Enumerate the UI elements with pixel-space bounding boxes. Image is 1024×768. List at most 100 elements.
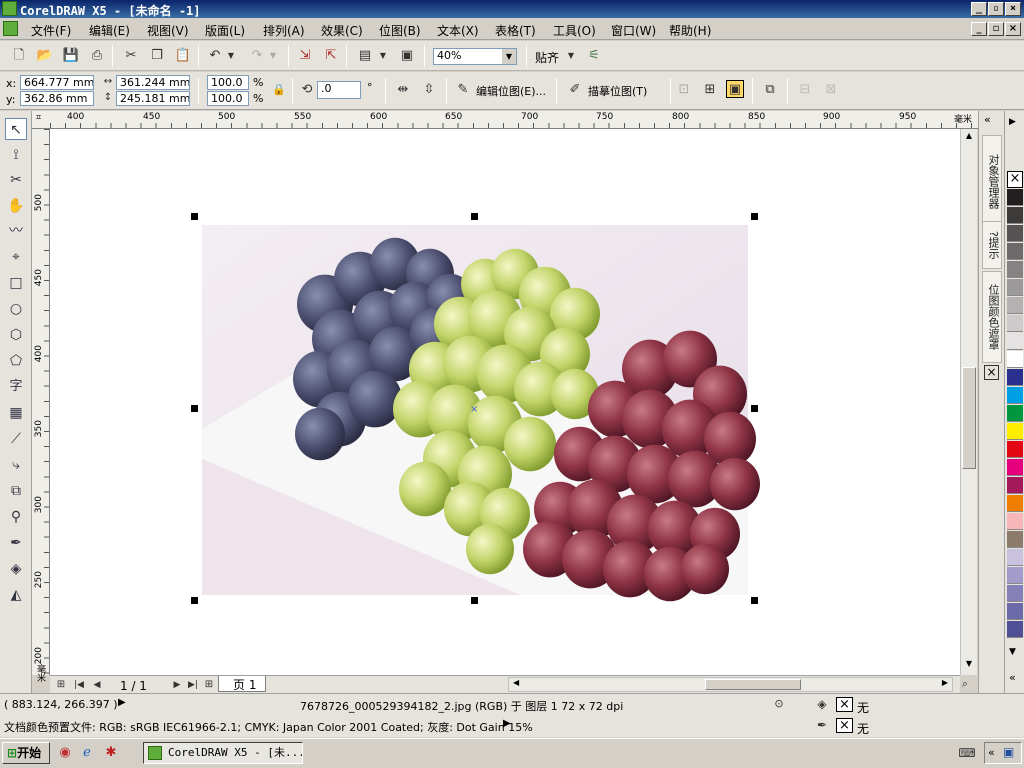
tab-object-manager[interactable]: 对象管理器 bbox=[982, 135, 1002, 227]
polygon-tool-icon[interactable]: ⬡ bbox=[5, 324, 27, 346]
export-icon[interactable]: ⇱ bbox=[322, 47, 340, 65]
crop-bitmap-icon[interactable]: ⊡ bbox=[675, 81, 693, 99]
color-swatch[interactable] bbox=[1007, 513, 1023, 530]
interactive-fill-icon[interactable]: ◭ bbox=[5, 584, 27, 606]
pick-tool-icon[interactable]: ↖ bbox=[5, 118, 27, 140]
color-swatch[interactable] bbox=[1007, 531, 1023, 548]
page-tab[interactable]: 页 1 bbox=[218, 676, 266, 692]
color-swatch[interactable] bbox=[1007, 261, 1023, 278]
color-swatch[interactable] bbox=[1007, 207, 1023, 224]
document-icon[interactable] bbox=[3, 21, 18, 36]
smart-fill-icon[interactable]: ⌖ bbox=[5, 246, 27, 268]
width-field[interactable]: 361.244 mm bbox=[116, 75, 190, 90]
crop-tool-icon[interactable]: ✂ bbox=[5, 169, 27, 191]
outline-none-swatch-icon[interactable]: × bbox=[836, 718, 853, 733]
edit-bitmap-button[interactable]: 编辑位图(E)... bbox=[476, 83, 546, 99]
zoom-navigator-icon[interactable]: ⌕ bbox=[956, 675, 974, 693]
redo-dropdown-icon[interactable]: ▼ bbox=[268, 47, 278, 65]
outline-tool-icon[interactable]: ✒ bbox=[5, 532, 27, 554]
new-icon[interactable]: 🗋 bbox=[10, 47, 28, 65]
ie-icon[interactable]: ℯ bbox=[78, 744, 96, 762]
menu-tools[interactable]: 工具(O) bbox=[553, 22, 596, 39]
rotation-angle-field[interactable]: .0 bbox=[317, 81, 361, 99]
palette-expand-icon[interactable]: « bbox=[1009, 671, 1016, 684]
horizontal-scroll-thumb[interactable] bbox=[705, 679, 801, 690]
menu-file[interactable]: 文件(F) bbox=[31, 22, 71, 39]
menu-table[interactable]: 表格(T) bbox=[495, 22, 536, 39]
edit-bitmap-icon[interactable]: ✎ bbox=[454, 81, 472, 99]
selection-handle-tl[interactable] bbox=[191, 213, 198, 220]
menu-view[interactable]: 视图(V) bbox=[147, 22, 189, 39]
view-mode-icon[interactable]: ⊙ bbox=[770, 695, 788, 713]
scroll-left-icon[interactable]: ◀ bbox=[513, 678, 519, 687]
color-swatch[interactable] bbox=[1007, 441, 1023, 458]
scroll-down-icon[interactable]: ▼ bbox=[963, 659, 975, 671]
color-swatch[interactable] bbox=[1007, 297, 1023, 314]
selection-handle-br[interactable] bbox=[751, 597, 758, 604]
zoom-level-select[interactable]: 40% ▼ bbox=[433, 48, 517, 65]
color-swatch[interactable] bbox=[1007, 243, 1023, 260]
selection-handle-mr[interactable] bbox=[751, 405, 758, 412]
mirror-vertical-icon[interactable]: ⇳ bbox=[420, 81, 438, 99]
add-page-before-icon[interactable]: ⊞ bbox=[52, 676, 70, 694]
color-swatch[interactable] bbox=[1007, 405, 1023, 422]
color-swatch[interactable] bbox=[1007, 333, 1023, 350]
menu-layout[interactable]: 版面(L) bbox=[205, 22, 245, 39]
menu-bitmaps[interactable]: 位图(B) bbox=[379, 22, 421, 39]
keyboard-icon[interactable]: ⌨ bbox=[958, 744, 976, 762]
color-swatch[interactable] bbox=[1007, 279, 1023, 296]
eyedropper-tool-icon[interactable]: ⚲ bbox=[5, 506, 27, 528]
docker-close-icon[interactable]: × bbox=[984, 365, 999, 380]
palette-scroll-up-icon[interactable]: ▶ bbox=[1009, 117, 1016, 127]
tab-hints[interactable]: ?提示 bbox=[982, 221, 1002, 269]
chrome-icon[interactable]: ◉ bbox=[56, 744, 74, 762]
shape-tool-icon[interactable]: ⟟ bbox=[5, 144, 27, 166]
table-tool-icon[interactable]: ▦ bbox=[5, 402, 27, 424]
launcher-dropdown-icon[interactable]: ▼ bbox=[378, 47, 388, 65]
print-icon[interactable]: ⎙ bbox=[88, 47, 106, 65]
y-position-field[interactable]: 362.86 mm bbox=[20, 91, 94, 106]
scroll-up-icon[interactable]: ▲ bbox=[963, 131, 975, 143]
status-arrow-icon[interactable]: ▶ bbox=[118, 697, 126, 708]
x-position-field[interactable]: 664.777 mm bbox=[20, 75, 94, 90]
copy-icon[interactable]: ❐ bbox=[148, 47, 166, 65]
color-swatch[interactable] bbox=[1007, 459, 1023, 476]
color-profile-info[interactable]: 文档颜色预置文件: RGB: sRGB IEC61966-2.1; CMYK: … bbox=[4, 719, 533, 735]
selection-handle-bl[interactable] bbox=[191, 597, 198, 604]
prev-page-icon[interactable]: ◀ bbox=[88, 676, 106, 694]
height-field[interactable]: 245.181 mm bbox=[116, 91, 190, 106]
fill-none-swatch-icon[interactable]: × bbox=[836, 697, 853, 712]
application-launcher-icon[interactable]: ▤ bbox=[356, 47, 374, 65]
selection-handle-bc[interactable] bbox=[471, 597, 478, 604]
color-swatch[interactable] bbox=[1007, 603, 1023, 620]
lock-ratio-icon[interactable]: 🔒 bbox=[270, 81, 288, 99]
doc-close-button[interactable]: × bbox=[1005, 22, 1021, 36]
pan-tool-icon[interactable]: ✋ bbox=[5, 195, 27, 217]
bitmap-color-mask-icon[interactable]: ▣ bbox=[726, 80, 744, 98]
vertical-scrollbar[interactable]: ▲ ▼ bbox=[960, 129, 977, 675]
connector-tool-icon[interactable]: ⤷ bbox=[5, 454, 27, 476]
import-icon[interactable]: ⇲ bbox=[296, 47, 314, 65]
horizontal-ruler[interactable]: ⌗ 400 450 500 550 600 650 700 750 800 85… bbox=[32, 111, 978, 129]
redo-icon[interactable]: ↷ bbox=[248, 47, 266, 65]
color-swatch[interactable] bbox=[1007, 549, 1023, 566]
close-button[interactable]: × bbox=[1005, 2, 1021, 16]
tray-expand-icon[interactable]: « bbox=[988, 746, 995, 759]
freehand-tool-icon[interactable]: 〰 bbox=[5, 220, 27, 242]
basic-shapes-icon[interactable]: ⬠ bbox=[5, 350, 27, 372]
welcome-screen-icon[interactable]: ▣ bbox=[398, 47, 416, 65]
vertical-ruler[interactable]: 500 450 400 350 300 250 200 毫米 bbox=[32, 129, 50, 682]
selection-handle-tc[interactable] bbox=[471, 213, 478, 220]
color-swatch[interactable] bbox=[1007, 225, 1023, 242]
selection-handle-tr[interactable] bbox=[751, 213, 758, 220]
quicklaunch-icon[interactable]: ✱ bbox=[102, 744, 120, 762]
menu-effects[interactable]: 效果(C) bbox=[321, 22, 363, 39]
tab-bitmap-color-mask[interactable]: 位图颜色遮罩 bbox=[982, 271, 1002, 363]
color-swatch[interactable] bbox=[1007, 351, 1023, 368]
color-swatch[interactable] bbox=[1007, 189, 1023, 206]
no-color-swatch[interactable]: × bbox=[1007, 171, 1023, 188]
scale-y-field[interactable]: 100.0 bbox=[207, 91, 249, 106]
palette-scroll-down-icon[interactable]: ▼ bbox=[1009, 647, 1016, 657]
snap-to-button[interactable]: 贴齐 bbox=[535, 49, 559, 66]
undo-dropdown-icon[interactable]: ▼ bbox=[226, 47, 236, 65]
